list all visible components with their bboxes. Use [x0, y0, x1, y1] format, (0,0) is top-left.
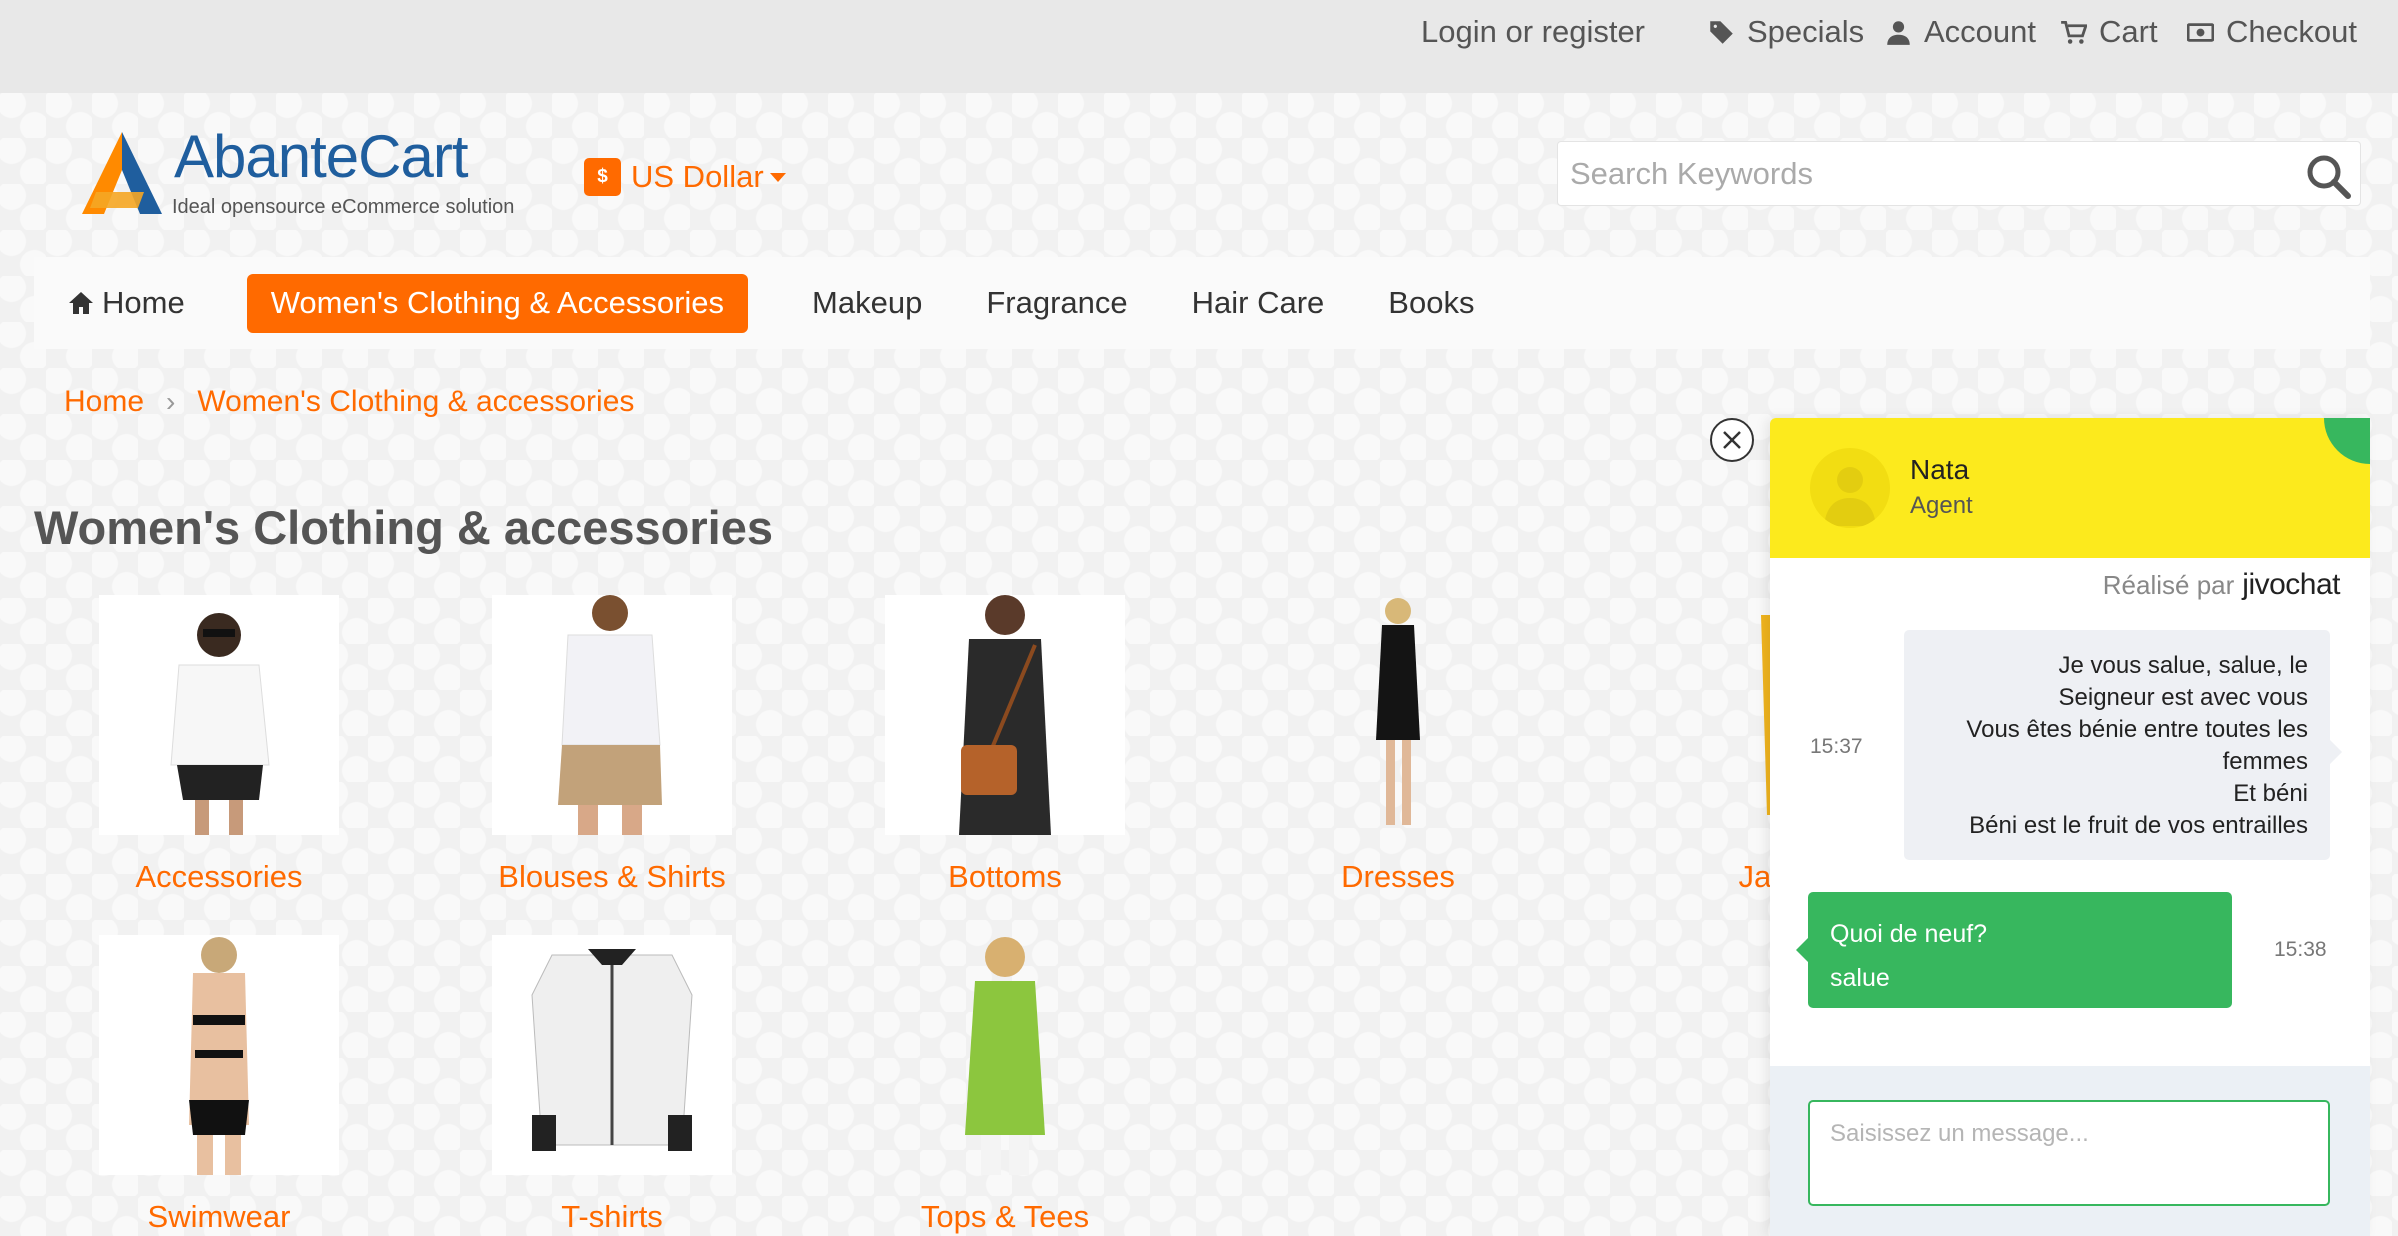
user-message: Quoi de neuf? salue [1796, 892, 2232, 1008]
nav-item-fragrance[interactable]: Fragrance [986, 274, 1127, 333]
currency-selector[interactable]: $ US Dollar [584, 158, 786, 196]
nav-item-label: Fragrance [986, 285, 1128, 320]
category-card[interactable]: Swimwear [39, 935, 399, 1235]
message-line: Et béni [2233, 780, 2308, 807]
chat-close-button[interactable] [1710, 418, 1754, 462]
category-label[interactable]: Swimwear [39, 1199, 399, 1235]
user-avatar-icon [1824, 467, 1876, 526]
cart-label: Cart [2099, 14, 2158, 49]
tag-icon [1710, 20, 1733, 44]
category-card[interactable]: Bottoms [825, 595, 1185, 895]
top-bar: Login or register Specials Account Cart … [0, 0, 2398, 93]
logo-mark-icon [82, 132, 162, 214]
search-icon[interactable] [2304, 152, 2352, 200]
category-card[interactable]: Blouses & Shirts [432, 595, 792, 895]
message-timestamp: 15:38 [2274, 938, 2327, 961]
cart-icon [2061, 20, 2087, 44]
nav-item-books[interactable]: Books [1388, 274, 1474, 333]
nav-item-womens-clothing[interactable]: Women's Clothing & Accessories [246, 273, 749, 333]
checkout-label: Checkout [2226, 14, 2357, 49]
checkout-link[interactable]: Checkout [2187, 14, 2357, 50]
search-input[interactable] [1558, 142, 2258, 205]
nav-item-label: Books [1388, 285, 1475, 320]
chat-footer [1770, 1066, 2370, 1236]
chat-header: Nata Agent [1770, 418, 2370, 558]
search-box [1557, 141, 2361, 206]
message-line: femmes [2222, 748, 2308, 775]
agent-name: Nata [1910, 454, 1970, 485]
nav-item-hair-care[interactable]: Hair Care [1192, 274, 1325, 333]
category-card[interactable]: Dresses [1218, 595, 1578, 895]
category-label[interactable]: Tops & Tees [825, 1199, 1185, 1235]
nav-item-label: Women's Clothing & Accessories [270, 285, 725, 320]
category-card[interactable]: T-shirts [432, 935, 792, 1235]
close-icon [1723, 431, 1741, 449]
specials-label: Specials [1747, 14, 1865, 49]
category-image[interactable] [1278, 595, 1518, 835]
nav-item-label: Home [102, 285, 185, 320]
user-icon [1887, 20, 1910, 45]
category-image[interactable] [885, 595, 1125, 835]
category-card[interactable]: Accessories [39, 595, 399, 895]
powered-by[interactable]: Réalisé par jivochat [2102, 568, 2341, 602]
powered-by-label: Réalisé par [2102, 570, 2235, 600]
category-label[interactable]: Dresses [1218, 859, 1578, 895]
message-line: Seigneur est avec vous [2058, 684, 2308, 711]
category-label[interactable]: Bottoms [825, 859, 1185, 895]
account-link[interactable]: Account [1885, 14, 2036, 50]
nav-item-label: Makeup [812, 285, 923, 320]
main-nav: Home Women's Clothing & Accessories Make… [34, 257, 2370, 349]
abantecart-logo[interactable]: AbanteCart Ideal opensource eCommerce so… [78, 123, 518, 220]
login-register-link[interactable]: Login or register [1421, 14, 1645, 50]
jivochat-logo: jivochat [2242, 568, 2340, 601]
chat-corner-decoration [2324, 418, 2370, 464]
agent-avatar [1810, 448, 1890, 528]
message-line: Béni est le fruit de vos entrailles [1969, 812, 2308, 839]
logo-text: AbanteCart [174, 123, 469, 190]
message-line: Vous êtes bénie entre toutes les [1966, 716, 2308, 743]
nav-item-label: Hair Care [1191, 285, 1325, 320]
chevron-right-icon: › [166, 386, 176, 417]
agent-message: Je vous salue, salue, le Seigneur est av… [1904, 630, 2342, 860]
account-label: Account [1924, 14, 2037, 49]
breadcrumb-current[interactable]: Women's Clothing & accessories [197, 385, 634, 419]
message-line: Quoi de neuf? [1830, 920, 1988, 948]
category-label[interactable]: T-shirts [432, 1199, 792, 1235]
category-image[interactable] [885, 935, 1125, 1175]
currency-badge: $ [584, 158, 621, 196]
specials-link[interactable]: Specials [1708, 14, 1864, 50]
message-timestamp: 15:37 [1810, 735, 1863, 758]
currency-label: US Dollar [631, 159, 764, 194]
message-line: Je vous salue, salue, le [2058, 652, 2308, 679]
logo-tagline: Ideal opensource eCommerce solution [172, 196, 515, 218]
category-label[interactable]: Accessories [39, 859, 399, 895]
caret-down-icon [769, 172, 786, 182]
category-label[interactable]: Blouses & Shirts [432, 859, 792, 895]
money-icon [2187, 22, 2214, 42]
cart-link[interactable]: Cart [2060, 14, 2158, 50]
home-icon [69, 292, 93, 314]
category-image[interactable] [492, 935, 732, 1175]
category-image[interactable] [99, 595, 339, 835]
chat-message-input[interactable] [1808, 1100, 2330, 1206]
breadcrumb: Home › Women's Clothing & accessories [64, 385, 634, 419]
nav-item-home[interactable]: Home [68, 274, 185, 333]
breadcrumb-home[interactable]: Home [64, 385, 144, 419]
nav-item-makeup[interactable]: Makeup [812, 274, 922, 333]
category-image[interactable] [492, 595, 732, 835]
chat-widget: Nata Agent Réalisé par jivochat 15:37 Je… [1770, 418, 2370, 1236]
category-image[interactable] [99, 935, 339, 1175]
page-title: Women's Clothing & accessories [34, 501, 774, 554]
agent-role: Agent [1910, 492, 1973, 519]
message-line: salue [1830, 964, 1890, 992]
category-card[interactable]: Tops & Tees [825, 935, 1185, 1235]
